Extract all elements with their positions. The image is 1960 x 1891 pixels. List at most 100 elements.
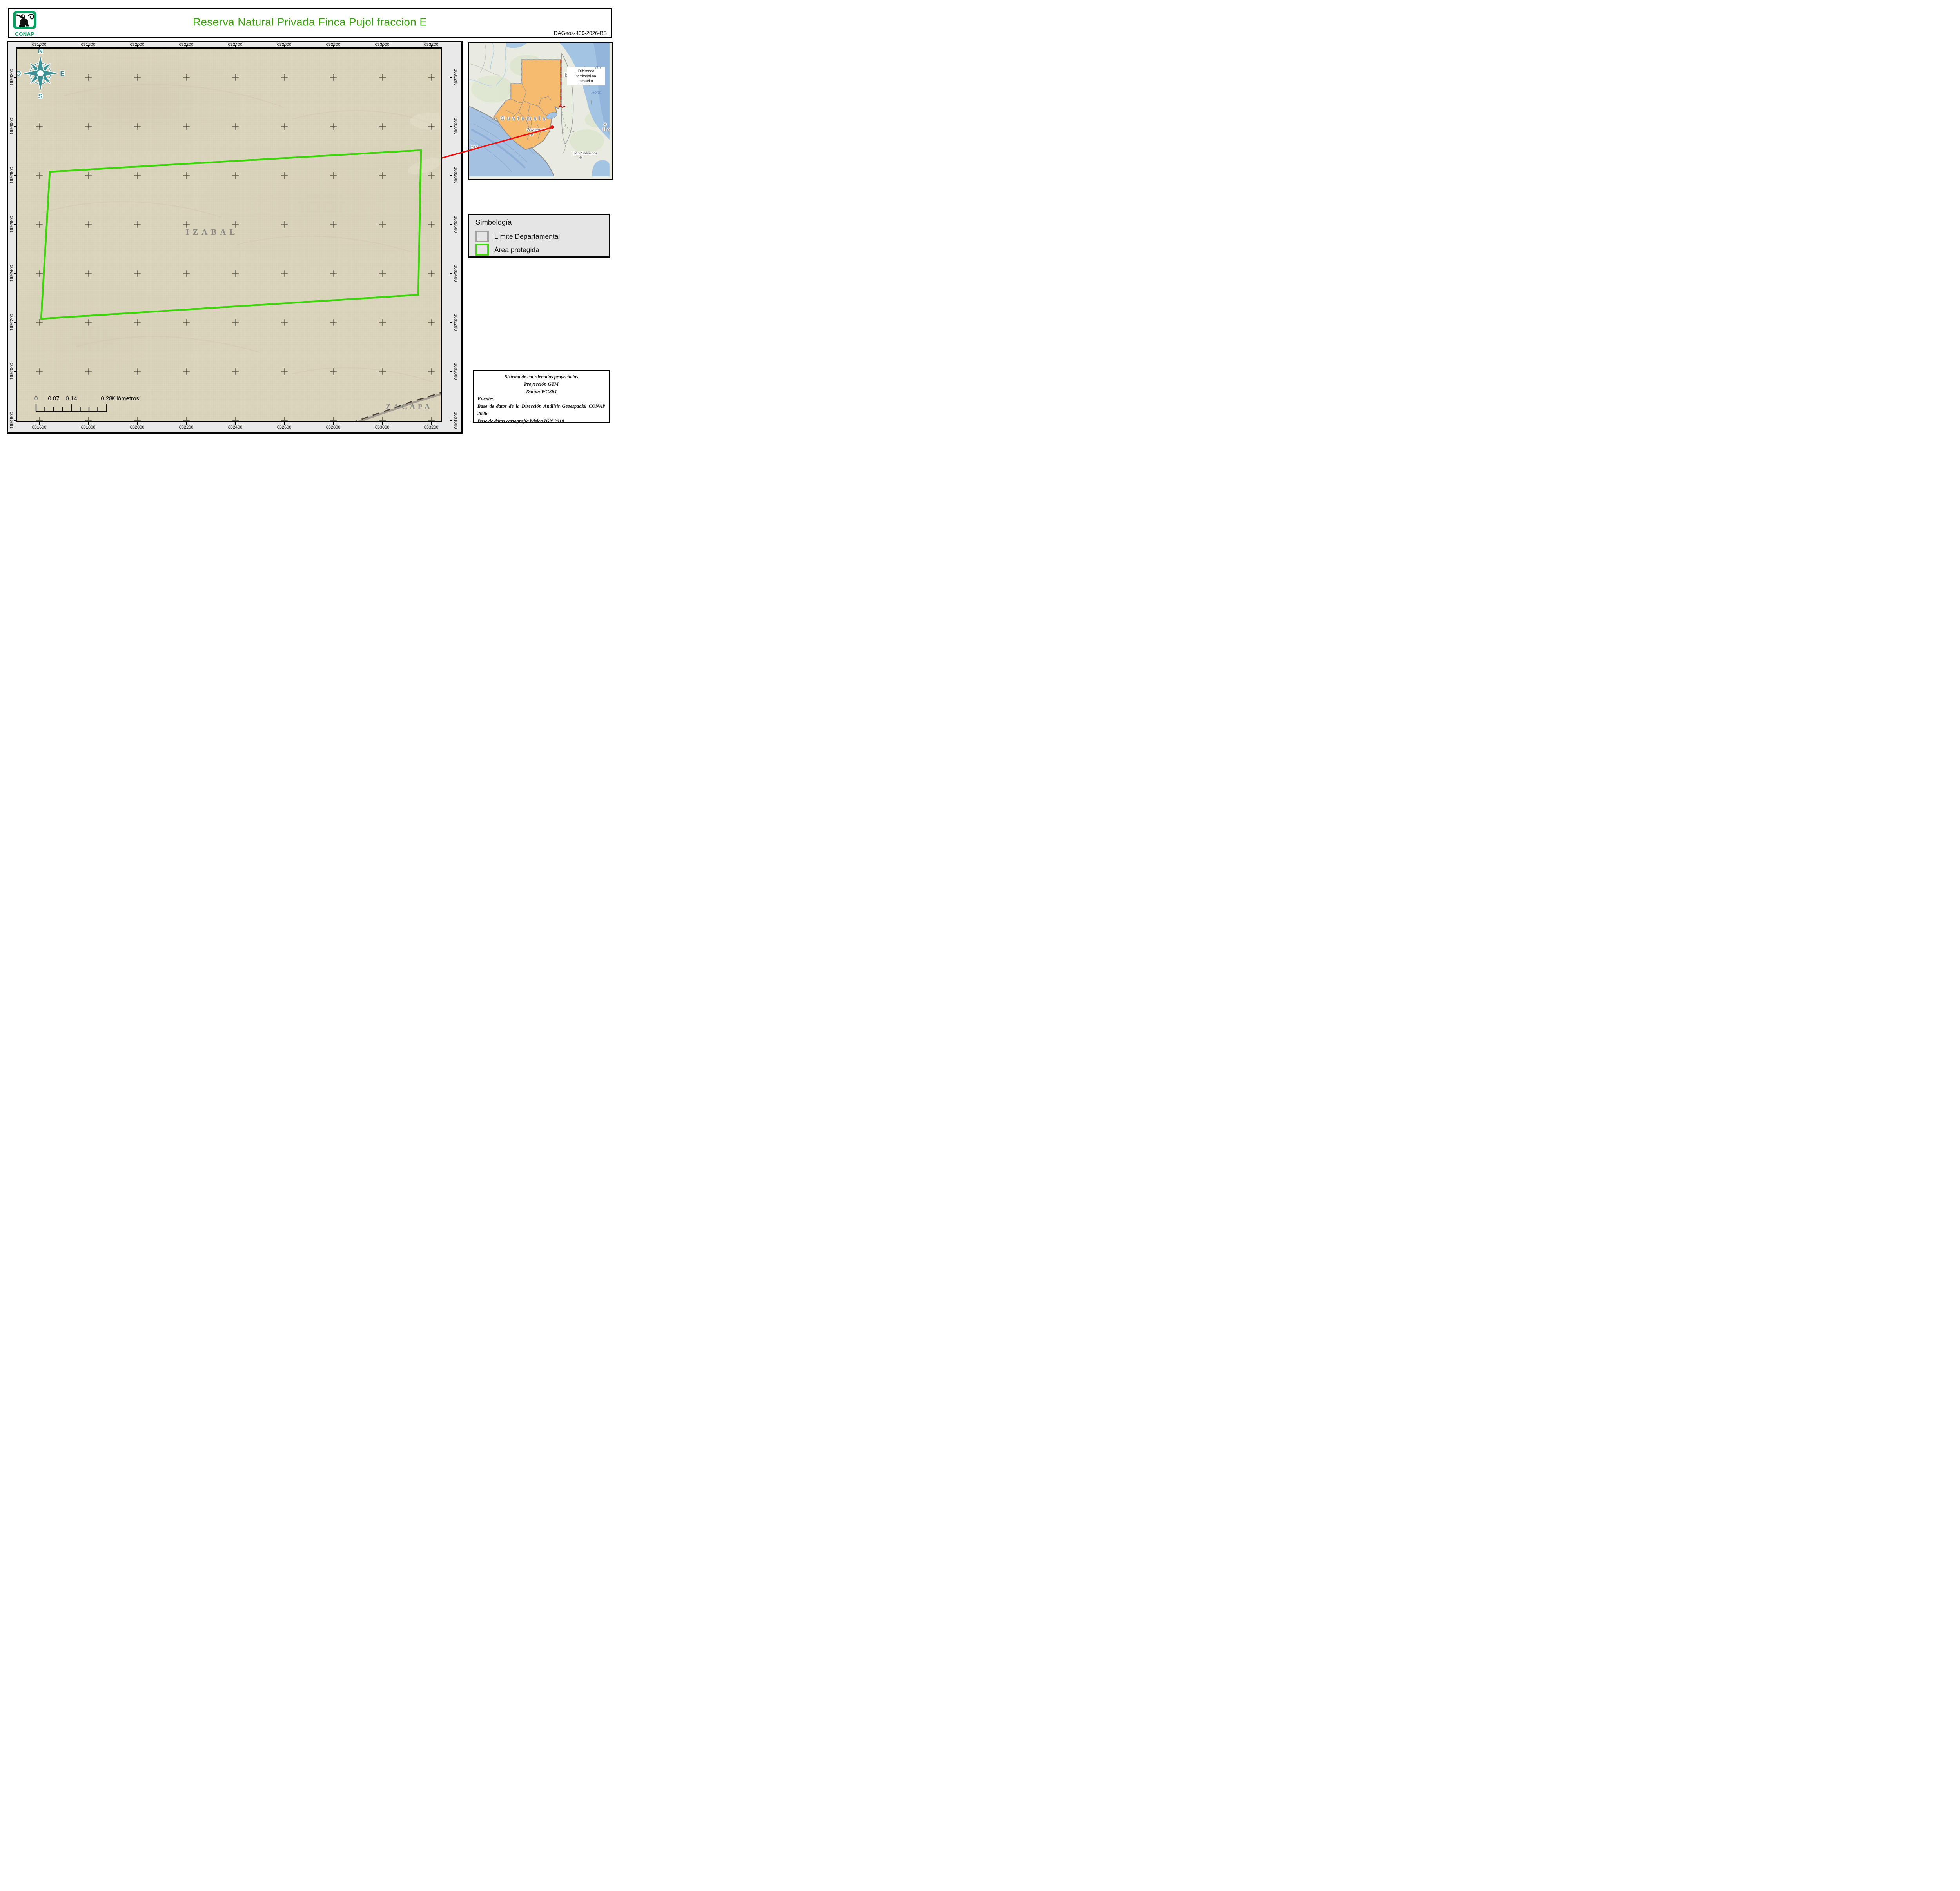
grid-cross [281, 221, 288, 228]
territorial-note-line3: resuelto [579, 79, 593, 84]
grid-cross [428, 368, 435, 375]
grid-cross [134, 319, 141, 326]
compass-rose: N E S O [17, 47, 65, 101]
grid-cross [85, 319, 92, 326]
road-number-label: 721 [471, 145, 478, 150]
grid-cross [428, 172, 435, 179]
grid-cross [330, 417, 337, 421]
grid-cross [232, 368, 239, 375]
grid-cross [330, 221, 337, 228]
grid-cross [36, 270, 43, 277]
grid-cross [36, 417, 43, 421]
grid-cross [134, 172, 141, 179]
grid-cross [183, 221, 190, 228]
grid-cross [232, 319, 239, 326]
x-axis-label-bottom: 632000 [130, 425, 145, 430]
grid-cross [36, 221, 43, 228]
departmental-limit-swatch [475, 231, 489, 242]
grid-cross [379, 417, 386, 421]
legend-item-label: Área protegida [494, 246, 539, 254]
crs-line: Sistema de coordenadas proyectadas [505, 374, 578, 380]
grid-cross [428, 319, 435, 326]
y-axis-label-right: 1691800 [453, 412, 458, 429]
grid-cross [379, 221, 386, 228]
y-axis-label-right: 1692600 [453, 216, 458, 233]
x-axis-label-bottom: 633200 [424, 425, 439, 430]
grid-cross [330, 368, 337, 375]
grid-cross [330, 74, 337, 81]
grid-cross [134, 270, 141, 277]
map-canvas: IZABAL ZACAPA N E S O 0 0.07 0.14 0.28 K… [16, 47, 442, 422]
grid-cross [330, 319, 337, 326]
grid-cross [379, 74, 386, 81]
grid-cross [134, 221, 141, 228]
x-axis-label-bottom: 632400 [228, 425, 243, 430]
y-axis-label-right: 1693200 [453, 69, 458, 86]
compass-north-letter: N [38, 47, 43, 54]
grid-cross [428, 74, 435, 81]
grid-cross [183, 417, 190, 421]
legend: Simbología Límite Departamental Área pro… [468, 214, 610, 258]
scale-label-014: 0.14 [65, 395, 77, 402]
grid-cross [232, 270, 239, 277]
source-line-1: Base de datos de la Dirección Análisis G… [477, 403, 605, 416]
scale-label-007: 0.07 [48, 395, 60, 402]
map-document: CONAP Reserva Natural Privada Finca Pujo… [0, 0, 615, 436]
grid-cross [281, 270, 288, 277]
grid-cross [330, 270, 337, 277]
department-label-zacapa: ZACAPA [386, 403, 433, 411]
y-axis-label-right: 1692800 [453, 167, 458, 184]
compass-south-letter: S [38, 93, 42, 100]
relief-smudges [408, 113, 441, 174]
x-axis-label-bottom: 631600 [32, 425, 47, 430]
sea-label-partial-2: Hond [591, 90, 602, 95]
x-axis-label-bottom: 632600 [277, 425, 292, 430]
honduras-city-dot [603, 122, 607, 127]
grid-cross [379, 172, 386, 179]
grid-cross [85, 123, 92, 130]
grid-cross [428, 270, 435, 277]
territorial-note-line2: territorial no [576, 74, 596, 78]
source-heading: Fuente: [477, 396, 494, 402]
source-line-2: Base de datos cartografía básica IGN 201… [477, 418, 564, 424]
grid-cross [232, 123, 239, 130]
header-bar: CONAP Reserva Natural Privada Finca Pujo… [8, 8, 612, 38]
x-axis-label-bottom: 632800 [326, 425, 341, 430]
inset-map-svg [469, 43, 610, 177]
grid-cross [281, 172, 288, 179]
grid-cross [330, 123, 337, 130]
grid-cross [379, 123, 386, 130]
grid-cross [183, 172, 190, 179]
territorial-note-line1: Diferendo [578, 69, 595, 73]
grid-cross [85, 172, 92, 179]
y-axis-label-right: 1693000 [453, 118, 458, 135]
x-axis-label-bottom: 632200 [179, 425, 194, 430]
credits-box: Sistema de coordenadas proyectadas Proye… [473, 370, 610, 424]
grid-cross [281, 368, 288, 375]
grid-cross [36, 123, 43, 130]
projection-line: Proyección GTM [524, 381, 559, 387]
grid-cross [85, 270, 92, 277]
san-salvador-label: San Salvador [572, 151, 597, 156]
honduras-label-partial: Ho [603, 127, 611, 132]
grid-cross [428, 221, 435, 228]
x-axis-label-bottom: 631800 [81, 425, 96, 430]
grid-cross [232, 221, 239, 228]
grid-cross [36, 319, 43, 326]
grid-cross [232, 74, 239, 81]
grid-cross [232, 172, 239, 179]
compass-east-letter: E [60, 70, 64, 77]
grid-cross [183, 270, 190, 277]
grid-cross [379, 368, 386, 375]
guatemala-city-label: Guatemala [526, 127, 547, 132]
protected-area-swatch [475, 244, 489, 256]
sea-label-partial-1: Gu [595, 65, 601, 70]
grid-cross [281, 123, 288, 130]
conap-logo: CONAP [12, 10, 37, 37]
datum-line: Datum WGS84 [526, 389, 557, 394]
scale-ruler [35, 404, 107, 412]
grid-cross [36, 172, 43, 179]
grid-cross [134, 417, 141, 421]
scale-unit-label: Kilómetros [111, 395, 139, 402]
grid-cross [134, 368, 141, 375]
